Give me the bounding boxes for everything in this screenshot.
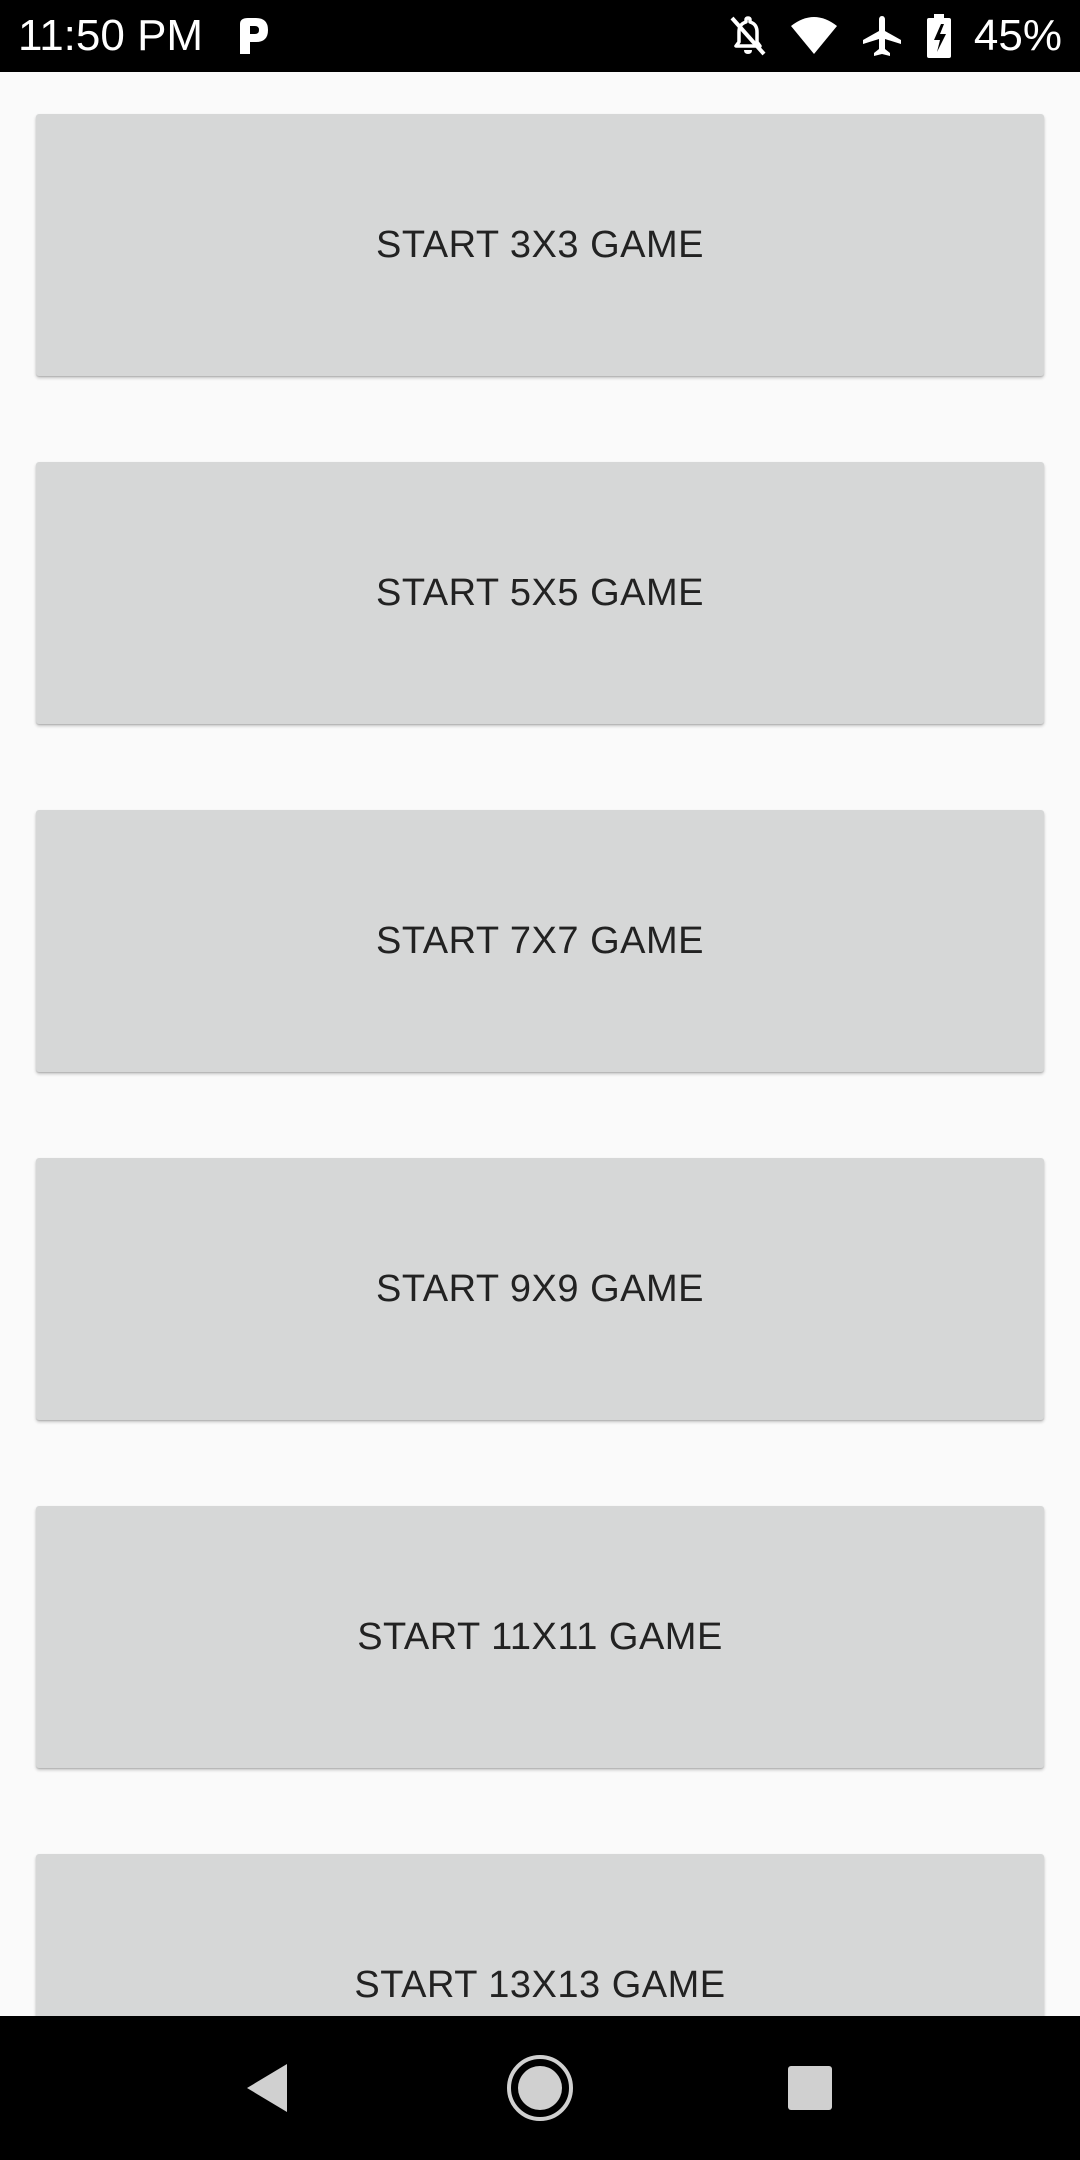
home-icon — [507, 2055, 573, 2121]
back-icon — [247, 2064, 287, 2112]
start-9x9-game-button[interactable]: START 9X9 GAME — [36, 1158, 1044, 1420]
button-label: START 9X9 GAME — [376, 1267, 704, 1310]
start-5x5-game-button[interactable]: START 5X5 GAME — [36, 462, 1044, 724]
wifi-icon — [790, 17, 837, 54]
status-bar: 11:50 PM 45% — [0, 0, 1080, 72]
battery-percent: 45% — [973, 11, 1062, 60]
status-icons: 45% — [728, 0, 1062, 72]
navigation-bar — [0, 2016, 1080, 2160]
status-time: 11:50 PM — [18, 11, 204, 60]
start-13x13-game-button[interactable]: START 13X13 GAME — [36, 1854, 1044, 2016]
button-label: START 11X11 GAME — [357, 1615, 723, 1658]
recents-icon — [788, 2066, 832, 2110]
recents-button[interactable] — [740, 2016, 880, 2160]
button-label: START 5X5 GAME — [376, 571, 704, 614]
home-button[interactable] — [470, 2016, 610, 2160]
battery-charging-icon — [926, 14, 951, 58]
button-label: START 3X3 GAME — [376, 223, 704, 266]
button-label: START 13X13 GAME — [354, 1963, 726, 2006]
button-label: START 7X7 GAME — [376, 919, 704, 962]
airplane-icon — [862, 16, 901, 56]
notifications-off-icon — [730, 16, 766, 56]
game-list: START 3X3 GAME START 5X5 GAME START 7X7 … — [0, 72, 1080, 2016]
back-button[interactable] — [197, 2016, 337, 2160]
start-11x11-game-button[interactable]: START 11X11 GAME — [36, 1506, 1044, 1768]
p-icon — [240, 18, 268, 54]
start-3x3-game-button[interactable]: START 3X3 GAME — [36, 114, 1044, 376]
start-7x7-game-button[interactable]: START 7X7 GAME — [36, 810, 1044, 1072]
